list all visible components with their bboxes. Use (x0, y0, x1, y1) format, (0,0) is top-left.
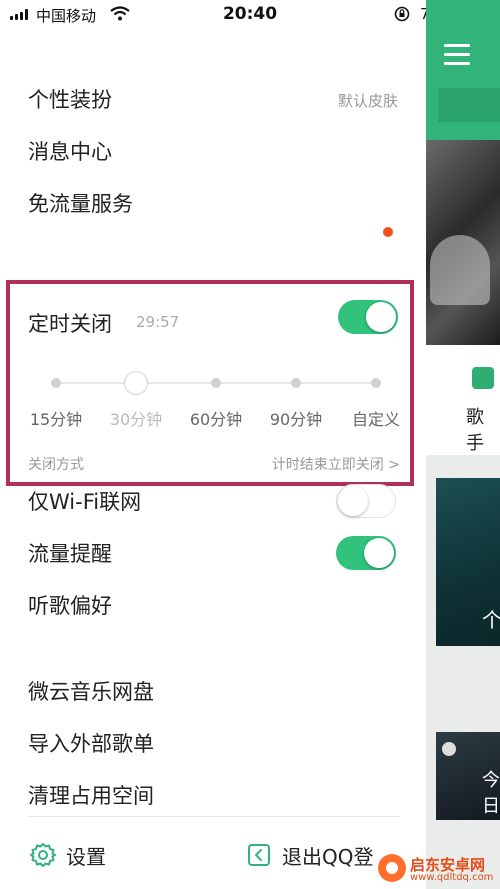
timer-option[interactable]: 60分钟 (181, 406, 251, 430)
timer-slider-stop[interactable] (371, 378, 381, 388)
sleep-timer-panel: 定时关闭 29:57 15分钟 30分钟 60分钟 90分钟 自定义 关闭方式 … (6, 280, 414, 486)
watermark: 启东安卓网 www.qdltdq.com (378, 852, 498, 886)
app-header-band (438, 88, 500, 122)
logout-label: 退出QQ登 (282, 844, 374, 869)
daily-card-label: 今日 (482, 770, 500, 817)
sleep-timer-countdown: 29:57 (136, 313, 180, 331)
singer-label: 歌手 (466, 407, 484, 454)
skin-value[interactable]: 默认皮肤 (338, 90, 398, 111)
menu-item-import-playlist[interactable]: 导入外部歌单 (28, 734, 154, 755)
timer-slider-stop[interactable] (211, 378, 221, 388)
card-icon (442, 742, 456, 756)
logout-button[interactable]: 退出QQ登 (246, 840, 373, 870)
playlist-label: 个 (482, 608, 500, 632)
watermark-logo-icon (378, 854, 406, 882)
sleep-timer-label: 定时关闭 (28, 312, 112, 336)
timer-slider-stop[interactable] (51, 378, 61, 388)
watermark-url: www.qdltdq.com (410, 872, 494, 883)
rotation-lock-icon (394, 6, 410, 22)
side-drawer: 个性装扮 默认皮肤 消息中心 免流量服务 定时关闭 29:57 15分钟 30分… (0, 28, 426, 889)
background-app[interactable]: 歌手 个 今日 (426, 0, 500, 889)
daily-card[interactable]: 今日 (436, 732, 500, 820)
wifi-only-toggle[interactable] (336, 484, 396, 518)
menu-icon[interactable] (444, 44, 470, 66)
menu-item-data-alert[interactable]: 流量提醒 (28, 544, 112, 565)
menu-item-wifi-only[interactable]: 仅Wi-Fi联网 (28, 492, 141, 513)
status-bar: 中国移动 20:40 79% (0, 0, 500, 28)
data-alert-toggle[interactable] (336, 536, 396, 570)
settings-button[interactable]: 设置 (30, 840, 106, 870)
menu-item-free-data[interactable]: 免流量服务 (28, 194, 133, 215)
timer-option-custom[interactable]: 自定义 (341, 406, 411, 430)
timer-option-selected[interactable]: 30分钟 (101, 406, 171, 430)
menu-item-clean-storage[interactable]: 清理占用空间 (28, 786, 154, 807)
timer-option[interactable]: 15分钟 (21, 406, 91, 430)
menu-item-cloud-disk[interactable]: 微云音乐网盘 (28, 682, 154, 703)
footer-divider (28, 816, 400, 817)
timer-slider-stop[interactable] (291, 378, 301, 388)
logout-icon (248, 844, 270, 866)
menu-item-skin[interactable]: 个性装扮 (28, 90, 112, 111)
notification-dot (383, 227, 393, 237)
close-mode-setting[interactable]: 计时结束立即关闭 > (272, 454, 400, 474)
timer-option[interactable]: 90分钟 (261, 406, 331, 430)
gear-icon (30, 843, 56, 867)
timer-slider-knob[interactable] (124, 371, 148, 395)
menu-item-messages[interactable]: 消息中心 (28, 142, 112, 163)
playlist-card[interactable]: 个 (436, 478, 500, 646)
menu-item-preferences[interactable]: 听歌偏好 (28, 596, 112, 617)
sleep-timer-toggle[interactable] (338, 300, 398, 334)
banner-image[interactable] (426, 140, 500, 345)
settings-label: 设置 (66, 844, 106, 869)
singer-entry[interactable]: 歌手 (426, 345, 500, 455)
close-mode-label: 关闭方式 (28, 457, 84, 473)
singer-icon (472, 367, 494, 389)
